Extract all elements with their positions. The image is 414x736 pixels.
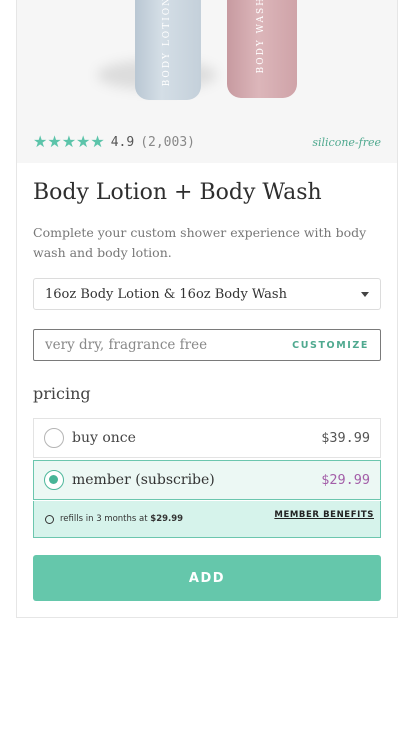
size-select-value: 16oz Body Lotion & 16oz Body Wash (45, 286, 287, 302)
member-subscribe-price: $29.99 (321, 472, 370, 488)
refill-price: $29.99 (150, 514, 184, 524)
refill-info: refills in 3 months at $29.99 MEMBER BEN… (33, 501, 381, 538)
buy-once-radio[interactable] (44, 428, 64, 448)
wash-bottle-label: BODY WASH (256, 0, 266, 74)
pricing-heading: pricing (33, 384, 91, 403)
member-subscribe-label: member (subscribe) (72, 472, 215, 488)
size-select[interactable]: 16oz Body Lotion & 16oz Body Wash (33, 278, 381, 310)
product-tag: silicone-free (312, 135, 381, 149)
body-lotion-bottle: BODY LOTION (135, 0, 201, 100)
chevron-down-icon (361, 292, 369, 297)
buy-once-option[interactable]: buy once $39.99 (33, 418, 381, 458)
buy-once-label: buy once (72, 430, 136, 446)
member-benefits-link[interactable]: MEMBER BENEFITS (274, 510, 374, 520)
refill-cycle-icon (45, 514, 54, 524)
product-title: Body Lotion + Body Wash (33, 180, 322, 205)
product-card: BODY LOTION BODY WASH ★★★★★ 4.9 (2,003) … (16, 0, 398, 618)
member-subscribe-option[interactable]: member (subscribe) $29.99 (33, 460, 381, 500)
star-rating-icon[interactable]: ★★★★★ (33, 133, 105, 151)
review-count-link[interactable]: (2,003) (140, 135, 195, 150)
customize-value: very dry, fragrance free (45, 337, 208, 353)
lotion-bottle-label: BODY LOTION (162, 0, 172, 87)
add-to-cart-button[interactable]: ADD (33, 555, 381, 601)
product-description: Complete your custom shower experience w… (33, 225, 367, 260)
customize-button[interactable]: CUSTOMIZE (292, 340, 369, 351)
rating-score: 4.9 (110, 134, 135, 150)
customize-field[interactable]: very dry, fragrance free CUSTOMIZE (33, 329, 381, 361)
refill-prefix: refills in 3 months at (60, 514, 151, 524)
member-subscribe-radio[interactable] (44, 470, 64, 490)
rating-row: ★★★★★ 4.9 (2,003) silicone-free (33, 133, 381, 151)
body-wash-bottle: BODY WASH (227, 0, 297, 98)
buy-once-price: $39.99 (321, 430, 370, 446)
refill-text: refills in 3 months at $29.99 (60, 514, 183, 524)
